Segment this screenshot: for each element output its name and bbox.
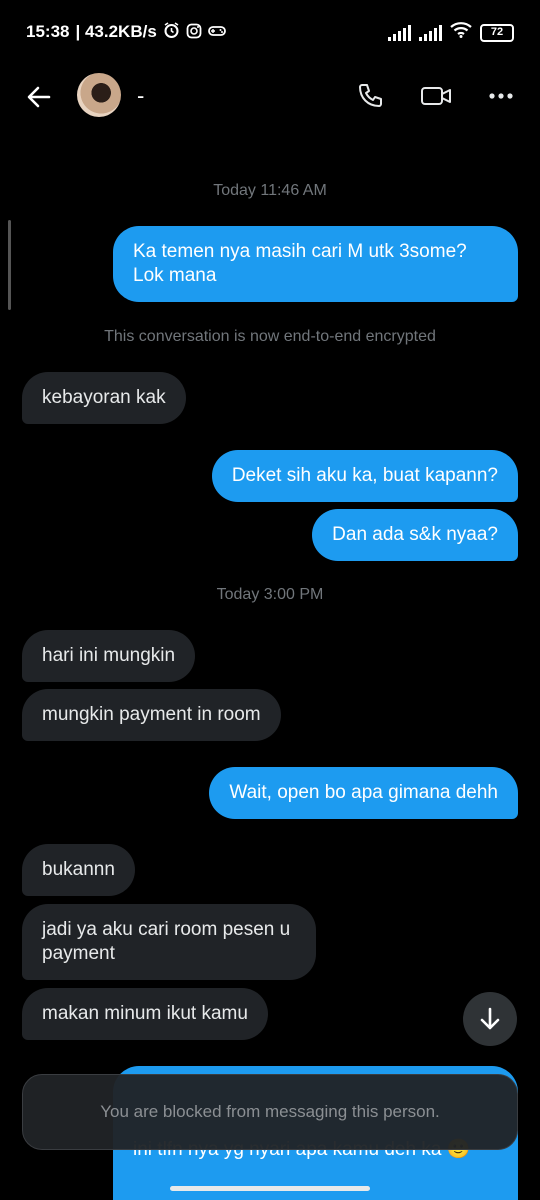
timestamp: Today 11:46 AM — [213, 182, 327, 199]
outgoing-message[interactable]: Dan ada s&k nyaa? — [312, 509, 518, 561]
phone-icon[interactable] — [355, 81, 385, 111]
timestamp: Today 3:00 PM — [216, 586, 324, 603]
signal-icon — [419, 24, 442, 41]
scrollbar[interactable] — [8, 220, 11, 310]
incoming-message[interactable]: kebayoran kak — [22, 372, 186, 424]
back-arrow-icon[interactable] — [24, 82, 54, 112]
game-icon — [207, 24, 226, 41]
battery-icon: 72 — [480, 23, 514, 42]
status-right: 72 — [388, 22, 514, 43]
outgoing-message[interactable]: Ka temen nya masih cari M utk 3some? Lok… — [113, 226, 518, 302]
alarm-icon — [163, 22, 180, 42]
signal-icon — [388, 24, 411, 41]
status-bar: 15:38 | 43.2KB/s 72 — [0, 0, 540, 66]
instagram-icon — [186, 23, 202, 42]
conversation-header: - — [0, 66, 540, 126]
incoming-message[interactable]: jadi ya aku cari room pesen u payment — [22, 904, 316, 980]
contact-name[interactable]: - — [137, 83, 144, 109]
outgoing-message[interactable]: Deket sih aku ka, buat kapann? — [211, 450, 518, 502]
incoming-message[interactable]: hari ini mungkin — [22, 630, 196, 682]
status-time: 15:38 — [26, 22, 70, 41]
video-icon[interactable] — [420, 81, 451, 111]
network-speed: | 43.2KB/s — [75, 22, 157, 41]
arrow-down-icon — [480, 1007, 500, 1030]
incoming-message[interactable]: makan minum ikut kamu — [22, 988, 268, 1040]
wifi-icon — [450, 22, 472, 43]
more-icon[interactable] — [487, 81, 517, 111]
incoming-message[interactable]: mungkin payment in room — [22, 689, 281, 741]
home-indicator[interactable] — [170, 1186, 370, 1191]
outgoing-message[interactable]: Wait, open bo apa gimana dehh — [209, 767, 518, 819]
status-left: 15:38 | 43.2KB/s — [26, 22, 226, 42]
avatar[interactable] — [77, 73, 121, 117]
incoming-message[interactable]: bukannn — [22, 844, 135, 896]
blocked-notice: You are blocked from messaging this pers… — [22, 1074, 518, 1150]
scroll-down-button[interactable] — [463, 992, 517, 1046]
encryption-notice: This conversation is now end-to-end encr… — [104, 328, 436, 345]
